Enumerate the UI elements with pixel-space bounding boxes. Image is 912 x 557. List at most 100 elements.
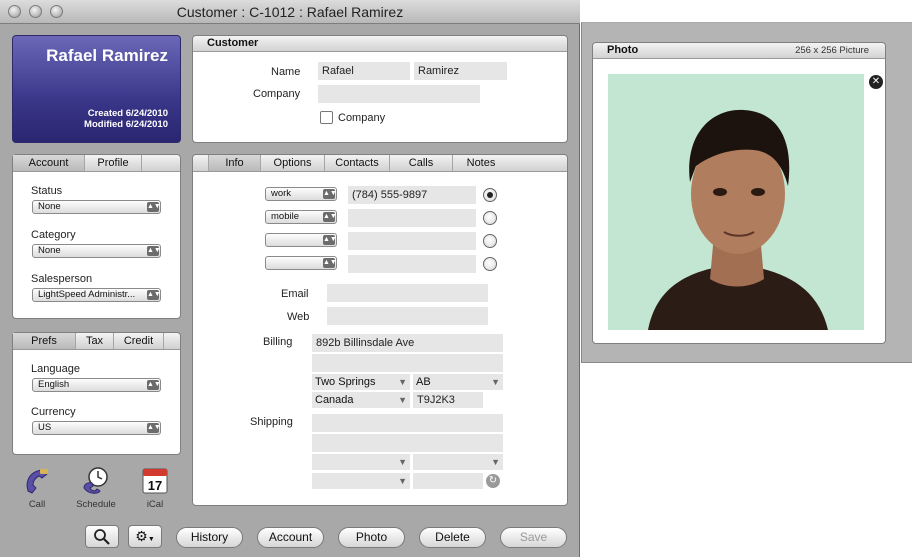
phone-type-select-1[interactable]: work ▲▼ xyxy=(265,187,337,201)
triangle-down-icon: ▼ xyxy=(398,395,407,405)
tab-options[interactable]: Options xyxy=(261,155,325,171)
phone-number-field-2[interactable] xyxy=(348,209,476,227)
shipping-country-select[interactable]: ▼ xyxy=(312,473,410,489)
tab-credit[interactable]: Credit xyxy=(114,333,164,349)
shipping-city-select[interactable]: ▼ xyxy=(312,454,410,470)
category-select[interactable]: None ▲▼ xyxy=(32,244,161,258)
customer-window: Customer : C-1012 : Rafael Ramirez Rafae… xyxy=(0,0,580,557)
stepper-arrows-icon: ▲▼ xyxy=(147,246,161,256)
billing-city-select[interactable]: Two Springs ▼ xyxy=(312,374,410,390)
billing-zip-field[interactable]: T9J2K3 xyxy=(413,392,483,408)
triangle-down-icon: ▼ xyxy=(491,457,500,467)
gear-icon: ⚙ xyxy=(135,528,148,544)
last-name-field[interactable]: Ramirez xyxy=(414,62,507,80)
currency-value: US xyxy=(38,422,52,433)
company-field[interactable] xyxy=(318,85,480,103)
status-label: Status xyxy=(31,185,63,197)
shipping-state-select[interactable]: ▼ xyxy=(413,454,503,470)
tab-contacts[interactable]: Contacts xyxy=(325,155,390,171)
window-title: Customer : C-1012 : Rafael Ramirez xyxy=(176,4,404,20)
call-tool[interactable]: Call xyxy=(12,466,62,510)
info-panel: Info Options Contacts Calls Notes work ▲▼… xyxy=(192,154,568,506)
salesperson-select[interactable]: LightSpeed Administr... ▲▼ xyxy=(32,288,161,302)
billing-country-value: Canada xyxy=(315,394,354,406)
chevron-down-icon: ▼ xyxy=(147,536,155,543)
currency-select[interactable]: US ▲▼ xyxy=(32,421,161,435)
tab-notes[interactable]: Notes xyxy=(453,155,509,171)
phone-type-select-4[interactable]: ▲▼ xyxy=(265,256,337,270)
clock-phone-icon xyxy=(83,467,108,494)
triangle-down-icon: ▼ xyxy=(491,377,500,387)
shipping-line2-field[interactable] xyxy=(312,434,503,452)
photo-panel: Photo 256 x 256 Picture ✕ xyxy=(592,42,886,344)
schedule-label: Schedule xyxy=(76,499,116,510)
email-label: Email xyxy=(281,288,309,300)
triangle-down-icon: ▼ xyxy=(398,377,407,387)
currency-label: Currency xyxy=(31,406,76,418)
photo-button[interactable]: Photo xyxy=(338,527,405,548)
category-label: Category xyxy=(31,229,76,241)
phone-number-field-4[interactable] xyxy=(348,255,476,273)
title-bar: Customer : C-1012 : Rafael Ramirez xyxy=(0,0,580,24)
primary-phone-radio-2[interactable] xyxy=(483,211,497,225)
primary-phone-radio-1[interactable] xyxy=(483,188,497,202)
schedule-tool[interactable]: Schedule xyxy=(71,466,121,510)
company-label: Company xyxy=(253,88,301,100)
ical-label: iCal xyxy=(146,499,164,510)
remove-photo-icon[interactable]: ✕ xyxy=(869,75,883,89)
tab-tax[interactable]: Tax xyxy=(76,333,114,349)
tab-account[interactable]: Account xyxy=(13,155,85,171)
phone-number-field-1[interactable]: (784) 555-9897 xyxy=(348,186,476,204)
phone-number-field-3[interactable] xyxy=(348,232,476,250)
tab-prefs[interactable]: Prefs xyxy=(13,333,76,349)
billing-country-select[interactable]: Canada ▼ xyxy=(312,392,410,408)
account-panel: Account Profile Status None ▲▼ Category N… xyxy=(12,154,181,319)
delete-button[interactable]: Delete xyxy=(419,527,486,548)
stepper-arrows-icon: ▲▼ xyxy=(147,423,161,433)
customer-name: Rafael Ramirez xyxy=(46,46,168,65)
triangle-down-icon: ▼ xyxy=(398,457,407,467)
photo-size-info: 256 x 256 Picture xyxy=(795,45,869,56)
tab-info[interactable]: Info xyxy=(209,155,261,171)
search-icon xyxy=(94,529,110,545)
shipping-line1-field[interactable] xyxy=(312,414,503,432)
account-button[interactable]: Account xyxy=(257,527,324,548)
stepper-arrows-icon: ▲▼ xyxy=(147,290,161,300)
phone-type-select-3[interactable]: ▲▼ xyxy=(265,233,337,247)
history-button[interactable]: History xyxy=(176,527,243,548)
tab-profile[interactable]: Profile xyxy=(85,155,142,171)
phone-type-select-2[interactable]: mobile ▲▼ xyxy=(265,210,337,224)
main-tabs: Info Options Contacts Calls Notes xyxy=(193,155,567,172)
ical-tool[interactable]: 17 iCal xyxy=(130,466,180,510)
company-checkbox[interactable] xyxy=(320,111,333,124)
first-name-field[interactable]: Rafael xyxy=(318,62,410,80)
tab-spacer xyxy=(193,155,209,171)
modified-date: Modified 6/24/2010 xyxy=(84,119,168,130)
photo-panel-title: Photo xyxy=(607,44,639,56)
prefs-tabs: Prefs Tax Credit xyxy=(13,333,180,350)
company-checkbox-label: Company xyxy=(338,112,386,124)
stepper-arrows-icon: ▲▼ xyxy=(147,202,161,212)
salesperson-value: LightSpeed Administr... xyxy=(38,289,136,300)
web-field[interactable] xyxy=(327,307,488,325)
status-select[interactable]: None ▲▼ xyxy=(32,200,161,214)
shipping-zip-field[interactable] xyxy=(413,473,483,489)
billing-line2-field[interactable] xyxy=(312,354,503,372)
billing-state-select[interactable]: AB ▼ xyxy=(413,374,503,390)
actions-menu-button[interactable]: ⚙▼ xyxy=(128,525,162,548)
language-select[interactable]: English ▲▼ xyxy=(32,378,161,392)
primary-phone-radio-3[interactable] xyxy=(483,234,497,248)
email-field[interactable] xyxy=(327,284,488,302)
stepper-arrows-icon: ▲▼ xyxy=(323,235,337,245)
customer-photo xyxy=(608,74,864,330)
phone-icon xyxy=(26,469,48,494)
save-button[interactable]: Save xyxy=(500,527,567,548)
account-tabs: Account Profile xyxy=(13,155,180,172)
search-button[interactable] xyxy=(85,525,119,548)
copy-billing-address-icon[interactable]: ↻ xyxy=(486,474,500,488)
web-label: Web xyxy=(287,311,310,323)
primary-phone-radio-4[interactable] xyxy=(483,257,497,271)
billing-line1-field[interactable]: 892b Billinsdale Ave xyxy=(312,334,503,352)
status-value: None xyxy=(38,201,61,212)
tab-calls[interactable]: Calls xyxy=(390,155,453,171)
